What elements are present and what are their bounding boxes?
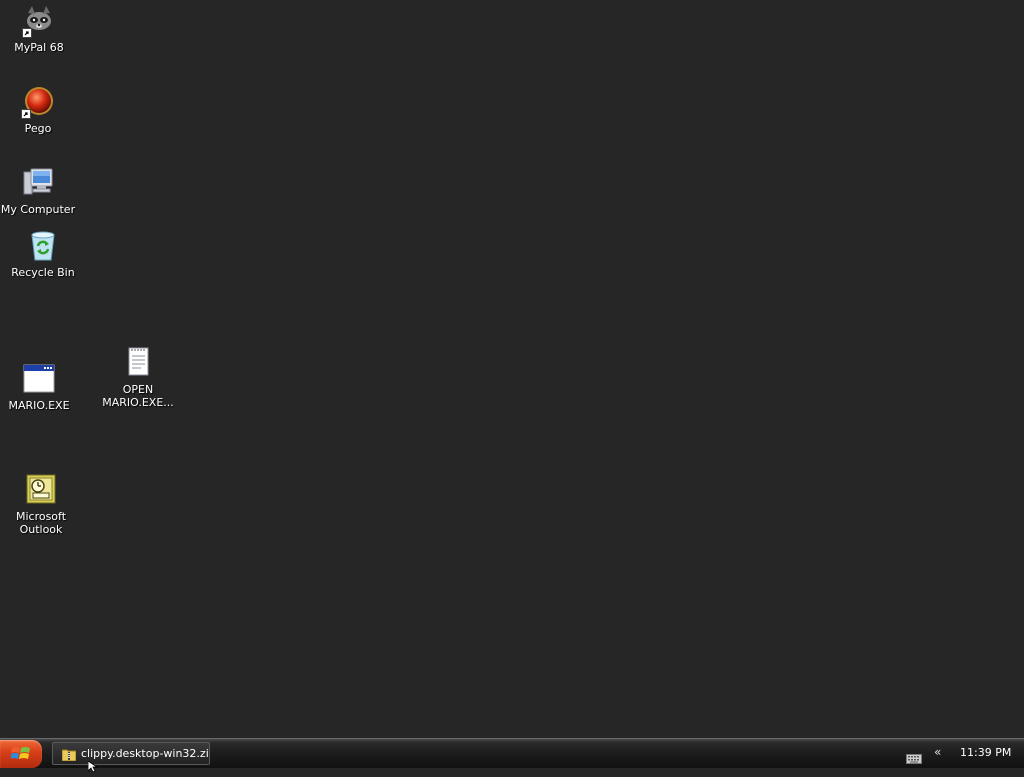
desktop-icon-mypal[interactable]: MyPal 68 — [0, 4, 81, 54]
desktop-icon-label: Microsoft Outlook — [15, 510, 67, 536]
zip-folder-icon — [61, 747, 77, 764]
taskbar-button-clippy-zip[interactable]: clippy.desktop-win32.zip — [52, 742, 210, 765]
desktop-icon-label: MyPal 68 — [14, 41, 64, 54]
desktop-icon-pego[interactable]: Pego — [0, 85, 80, 135]
show-hidden-icons-button[interactable]: « — [934, 744, 941, 760]
taskbar: clippy.desktop-win32.zip « 11:39 PM — [0, 738, 1024, 768]
desktop[interactable]: MyPal 68 Pego My Computer Recycle Bin MA… — [0, 0, 1024, 738]
shortcut-arrow-icon — [21, 109, 31, 119]
application-window-icon — [22, 362, 56, 396]
desktop-icon-recycle-bin[interactable]: Recycle Bin — [1, 229, 85, 279]
start-button[interactable] — [0, 740, 42, 768]
desktop-icon-label: My Computer — [0, 203, 76, 216]
desktop-icon-outlook[interactable]: Microsoft Outlook — [0, 473, 83, 536]
desktop-icon-my-computer[interactable]: My Computer — [0, 166, 80, 216]
text-document-icon — [121, 346, 155, 380]
desktop-icon-label: Pego — [24, 122, 52, 135]
tray-clock[interactable]: 11:39 PM — [960, 746, 1011, 760]
windows-flag-icon — [10, 746, 31, 766]
desktop-icon-label: MARIO.EXE — [8, 399, 70, 412]
mypal-icon — [22, 4, 56, 38]
desktop-icon-mario-exe[interactable]: MARIO.EXE — [0, 362, 81, 412]
recycle-bin-icon — [26, 229, 60, 263]
system-tray: « 11:39 PM — [904, 739, 1024, 769]
outlook-icon — [24, 473, 58, 507]
pego-icon — [21, 85, 55, 119]
shortcut-arrow-icon — [22, 28, 32, 38]
desktop-icon-label: OPEN MARIO.EXE... — [102, 383, 174, 409]
keyboard-icon[interactable] — [906, 749, 922, 768]
desktop-icon-label: Recycle Bin — [11, 266, 75, 279]
desktop-icon-open-mario-txt[interactable]: OPEN MARIO.EXE... — [96, 346, 180, 409]
taskbar-button-label: clippy.desktop-win32.zip — [81, 747, 210, 760]
my-computer-icon — [21, 166, 55, 200]
